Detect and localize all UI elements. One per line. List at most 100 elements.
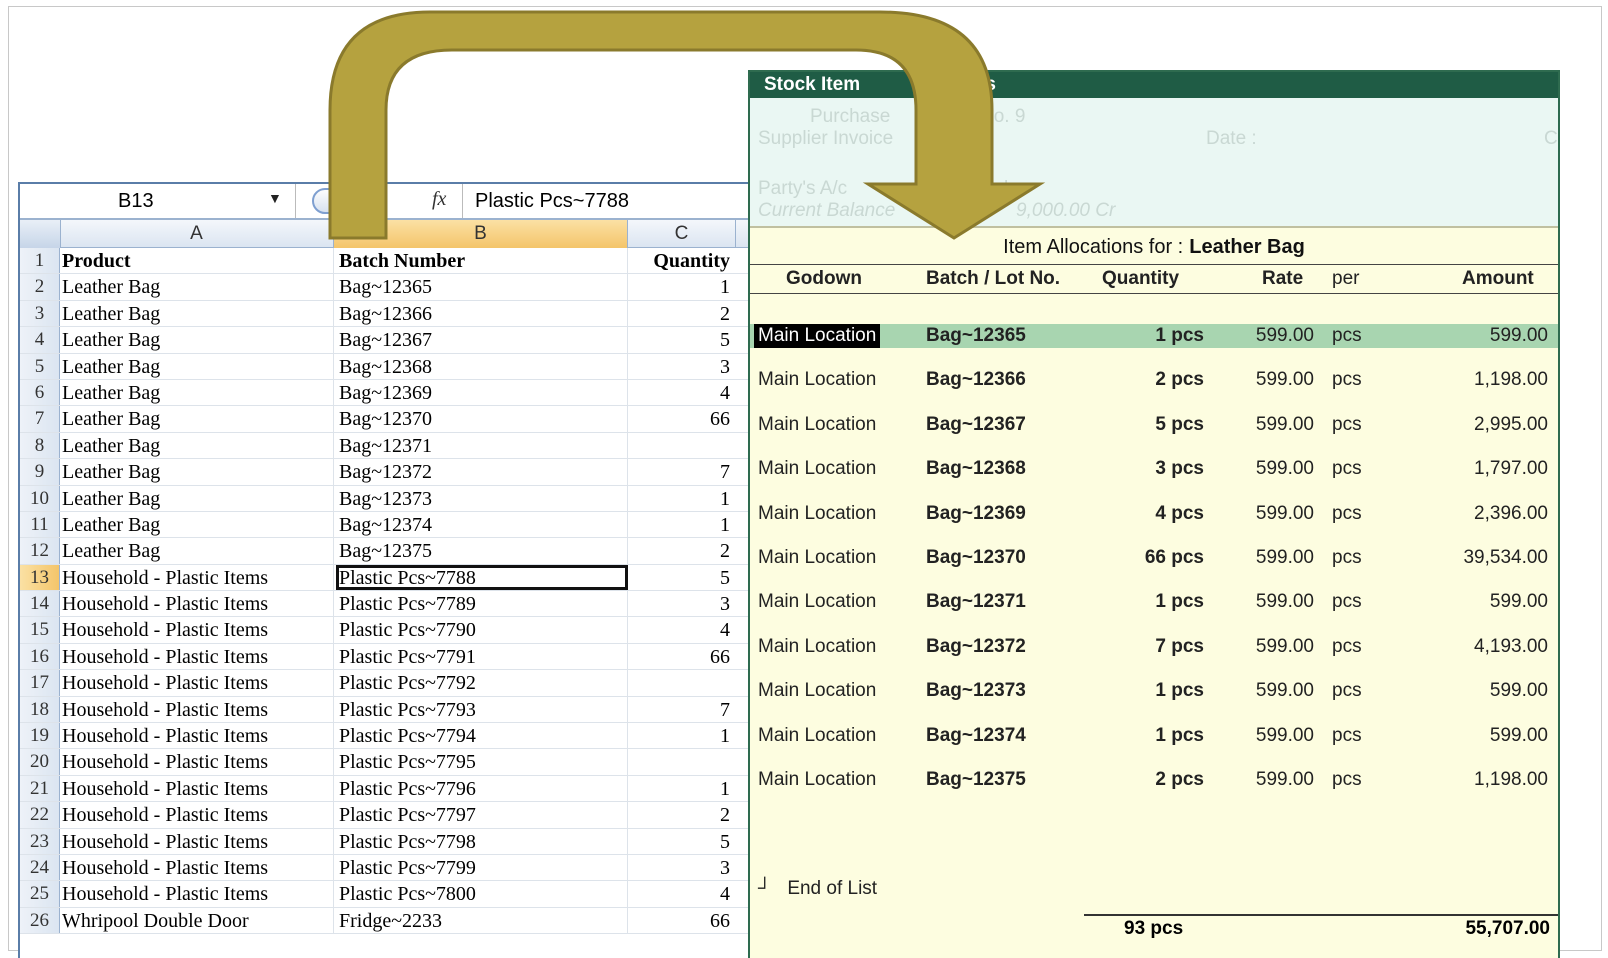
cell[interactable]: [630, 433, 734, 458]
cell[interactable]: Plastic Pcs~7793: [336, 696, 628, 723]
cell[interactable]: 66: [630, 644, 734, 669]
cell[interactable]: 2: [630, 802, 734, 827]
allocation-row[interactable]: Main Location Bag~12368 3 pcs 599.00 pcs 1,79…: [750, 457, 1558, 481]
cell[interactable]: [630, 670, 734, 695]
row-number[interactable]: 25: [20, 881, 60, 907]
row-number[interactable]: 9: [20, 459, 60, 485]
cell[interactable]: Bag~12370: [336, 406, 628, 432]
row-number[interactable]: 19: [20, 723, 60, 749]
cell[interactable]: Bag~12369: [336, 379, 628, 406]
cell[interactable]: Plastic Pcs~7797: [336, 802, 628, 828]
cell[interactable]: Plastic Pcs~7795: [336, 749, 628, 775]
cell[interactable]: Bag~12375: [336, 538, 628, 564]
name-box[interactable]: B13 ▼: [20, 184, 296, 218]
cell[interactable]: Quantity: [630, 248, 734, 273]
row-number[interactable]: 23: [20, 828, 60, 854]
cell[interactable]: 5: [630, 829, 734, 854]
row-number[interactable]: 16: [20, 643, 60, 670]
cell[interactable]: 2: [630, 301, 734, 326]
cell[interactable]: Plastic Pcs~7791: [336, 643, 628, 670]
allocation-row[interactable]: Main Location Bag~12370 66 pcs 599.00 pcs 39,…: [750, 546, 1558, 570]
cell[interactable]: Household - Plastic Items: [62, 854, 334, 881]
column-header-c[interactable]: C: [628, 220, 736, 248]
row-number[interactable]: 20: [20, 749, 60, 775]
cell[interactable]: 4: [630, 881, 734, 906]
row-number[interactable]: 10: [20, 485, 60, 511]
cell[interactable]: 3: [630, 855, 734, 880]
cell[interactable]: Leather Bag: [62, 459, 334, 485]
cell[interactable]: Plastic Pcs~7800: [336, 881, 628, 907]
allocation-row[interactable]: Main Location Bag~12371 1 pcs 599.00 pcs 599.…: [750, 590, 1558, 614]
cell[interactable]: Household - Plastic Items: [62, 749, 334, 775]
cell[interactable]: Leather Bag: [62, 432, 334, 459]
allocation-row[interactable]: Main Location Bag~12375 2 pcs 599.00 pcs 1,19…: [750, 768, 1558, 792]
cell[interactable]: Household - Plastic Items: [62, 617, 334, 643]
cell[interactable]: Household - Plastic Items: [62, 881, 334, 907]
cell[interactable]: 1: [630, 486, 734, 511]
cell[interactable]: 66: [630, 406, 734, 431]
cell[interactable]: 2: [630, 538, 734, 563]
cell[interactable]: Bag~12368: [336, 353, 628, 379]
column-header-b[interactable]: B: [334, 220, 628, 248]
row-number[interactable]: 2: [20, 274, 60, 300]
cell[interactable]: Leather Bag: [62, 300, 334, 327]
cell[interactable]: Bag~12371: [336, 432, 628, 459]
row-number[interactable]: 11: [20, 511, 60, 538]
row-number[interactable]: 5: [20, 353, 60, 379]
row-number[interactable]: 24: [20, 854, 60, 881]
cell[interactable]: Bag~12366: [336, 300, 628, 327]
row-number[interactable]: 13: [20, 564, 60, 591]
row-number[interactable]: 7: [20, 406, 60, 432]
cell[interactable]: Product: [62, 248, 334, 274]
dropdown-arrow-icon[interactable]: ▼: [268, 190, 282, 206]
cell[interactable]: Bag~12372: [336, 459, 628, 485]
cell[interactable]: Whripool Double Door: [62, 907, 334, 934]
cell[interactable]: 3: [630, 591, 734, 616]
formula-input[interactable]: Plastic Pcs~7788: [462, 184, 754, 218]
cell[interactable]: Household - Plastic Items: [62, 591, 334, 617]
cell[interactable]: 7: [630, 697, 734, 722]
row-number[interactable]: 18: [20, 696, 60, 723]
cell[interactable]: Household - Plastic Items: [62, 670, 334, 696]
cell[interactable]: 4: [630, 380, 734, 405]
cell[interactable]: Plastic Pcs~7796: [336, 775, 628, 802]
cell[interactable]: 1: [630, 274, 734, 299]
cell[interactable]: Bag~12367: [336, 327, 628, 353]
cell[interactable]: Plastic Pcs~7792: [336, 670, 628, 696]
allocation-row[interactable]: Main Location Bag~12367 5 pcs 599.00 pcs 2,99…: [750, 413, 1558, 437]
row-number[interactable]: 26: [20, 907, 60, 934]
allocation-row[interactable]: Main Location Bag~12373 1 pcs 599.00 pcs 599.…: [750, 679, 1558, 703]
cell[interactable]: 4: [630, 617, 734, 642]
allocation-row[interactable]: Main Location Bag~12372 7 pcs 599.00 pcs 4,19…: [750, 635, 1558, 659]
cell[interactable]: Fridge~2233: [336, 907, 628, 934]
cell[interactable]: 1: [630, 776, 734, 801]
cell[interactable]: Leather Bag: [62, 274, 334, 300]
cell[interactable]: 3: [630, 354, 734, 379]
row-number[interactable]: 12: [20, 538, 60, 564]
row-number[interactable]: 21: [20, 775, 60, 802]
cell[interactable]: Plastic Pcs~7798: [336, 828, 628, 854]
cell[interactable]: 1: [630, 512, 734, 537]
cell[interactable]: Household - Plastic Items: [62, 643, 334, 670]
cell[interactable]: Plastic Pcs~7790: [336, 617, 628, 643]
cell[interactable]: Leather Bag: [62, 327, 334, 353]
allocation-row[interactable]: Main Location Bag~12374 1 pcs 599.00 pcs 599.…: [750, 724, 1558, 748]
cell[interactable]: 7: [630, 459, 734, 484]
cell[interactable]: 5: [630, 565, 734, 590]
row-number[interactable]: 15: [20, 617, 60, 643]
cell[interactable]: Batch Number: [336, 248, 628, 274]
allocation-row[interactable]: Main Location Bag~12366 2 pcs 599.00 pcs 1,19…: [750, 368, 1558, 392]
select-all-corner[interactable]: [20, 220, 61, 248]
cell[interactable]: Plastic Pcs~7789: [336, 591, 628, 617]
cell[interactable]: 1: [630, 723, 734, 748]
cell[interactable]: Leather Bag: [62, 353, 334, 379]
row-number[interactable]: 14: [20, 591, 60, 617]
cell[interactable]: Plastic Pcs~7794: [336, 723, 628, 749]
cell[interactable]: Household - Plastic Items: [62, 723, 334, 749]
row-number[interactable]: 17: [20, 670, 60, 696]
cell[interactable]: Plastic Pcs~7799: [336, 854, 628, 881]
row-number[interactable]: 8: [20, 432, 60, 459]
zoom-circle-icon[interactable]: [312, 188, 342, 214]
cell[interactable]: 5: [630, 327, 734, 352]
cell[interactable]: Household - Plastic Items: [62, 775, 334, 802]
